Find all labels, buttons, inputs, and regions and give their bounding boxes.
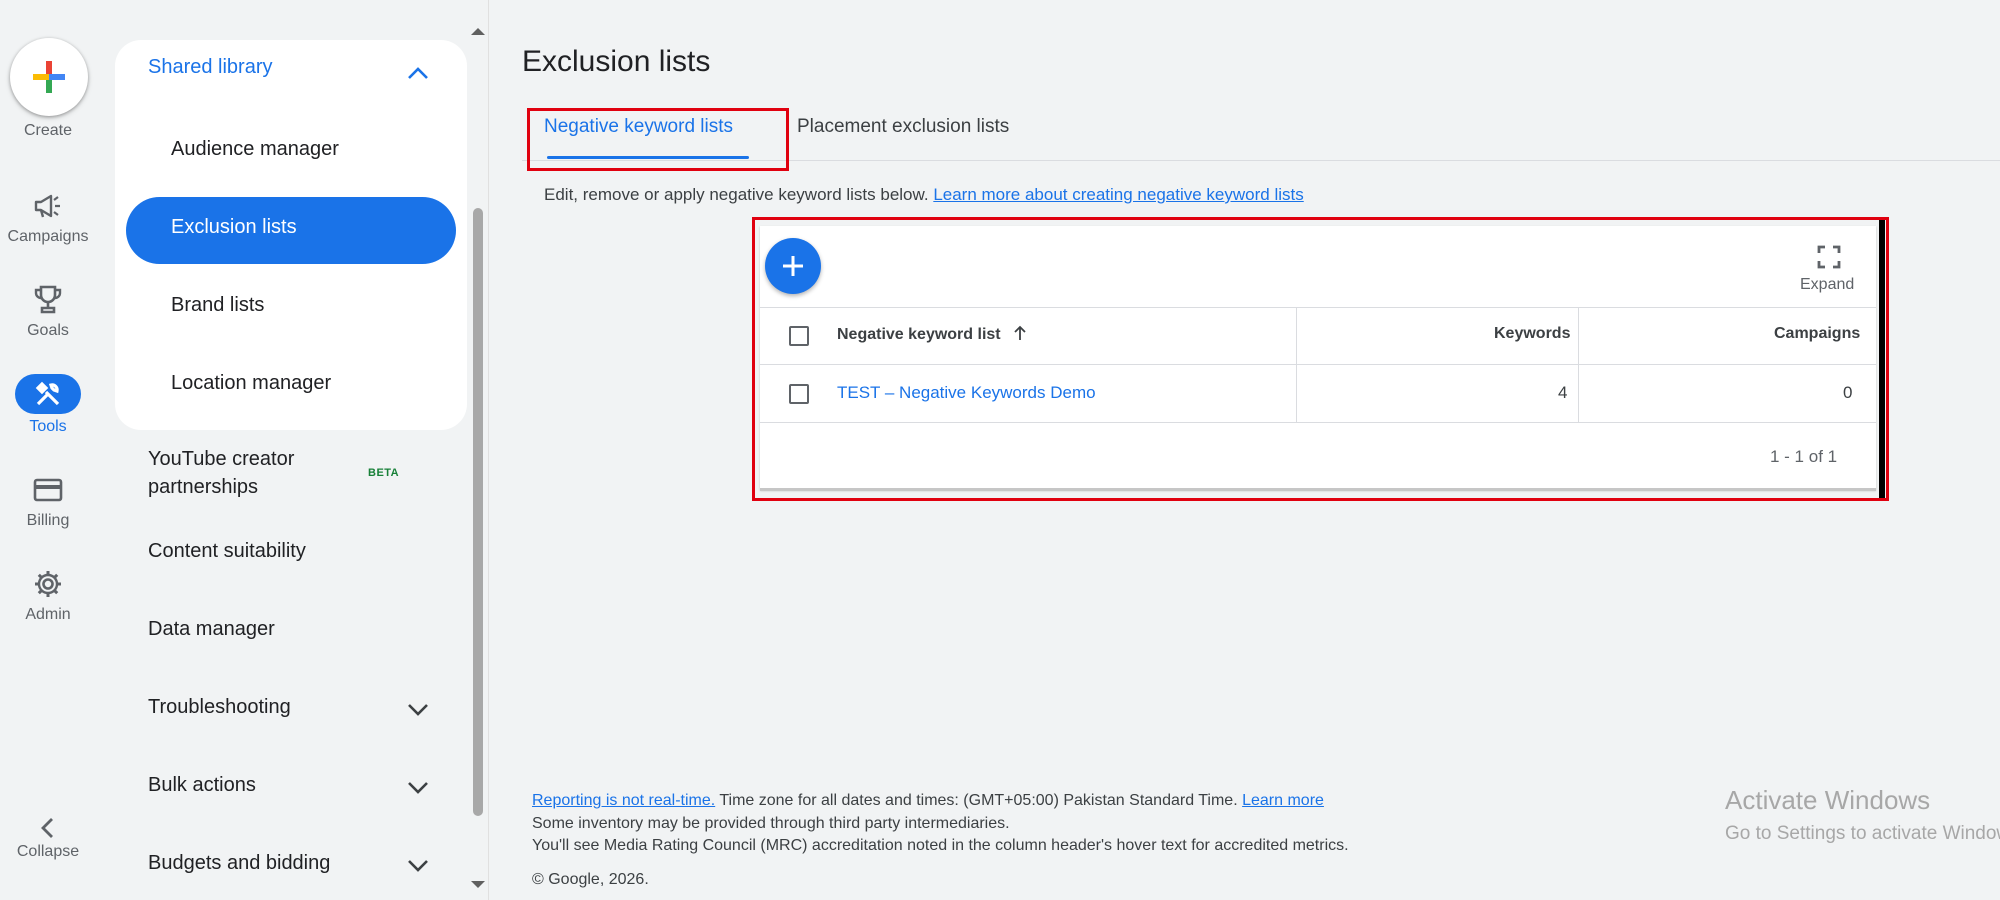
plus-multicolor-icon xyxy=(33,61,65,93)
rail-tools-label[interactable]: Tools xyxy=(0,418,96,436)
nav-audience-manager[interactable]: Audience manager xyxy=(171,138,339,161)
rail-admin-label[interactable]: Admin xyxy=(0,606,96,624)
sidebar-scroll-thumb[interactable] xyxy=(473,208,483,816)
nav-brand-lists[interactable]: Brand lists xyxy=(171,294,264,317)
nav-data-manager[interactable]: Data manager xyxy=(148,618,275,641)
nav-bulk-actions[interactable]: Bulk actions xyxy=(148,774,256,797)
rail-goals-label[interactable]: Goals xyxy=(0,322,96,340)
footer-learn-more-link[interactable]: Learn more xyxy=(1242,792,1324,809)
description: Edit, remove or apply negative keyword l… xyxy=(544,185,1304,205)
timezone-text: Time zone for all dates and times: (GMT+… xyxy=(715,792,1238,809)
nav-shared-library[interactable]: Shared library xyxy=(148,56,273,79)
learn-more-negative-keywords-link[interactable]: Learn more about creating negative keywo… xyxy=(933,185,1303,204)
rail-campaigns-label[interactable]: Campaigns xyxy=(0,228,96,246)
megaphone-icon[interactable] xyxy=(28,186,68,226)
rail-billing-label[interactable]: Billing xyxy=(0,512,96,530)
nav-youtube-line2[interactable]: partnerships xyxy=(148,476,258,499)
nav-exclusion-lists[interactable]: Exclusion lists xyxy=(171,216,297,239)
nav-location-manager[interactable]: Location manager xyxy=(171,372,331,395)
left-rail: Create Campaigns Goals Tools Billing Adm… xyxy=(0,0,96,900)
tab-highlight-box xyxy=(527,108,789,171)
gear-icon[interactable] xyxy=(28,564,68,604)
footer-line1: Reporting is not real-time. Time zone fo… xyxy=(532,792,1324,810)
trophy-icon[interactable] xyxy=(28,280,68,320)
nav-youtube-line1[interactable]: YouTube creator xyxy=(148,448,294,471)
footer-line2: Some inventory may be provided through t… xyxy=(532,815,1010,832)
reporting-link[interactable]: Reporting is not real-time. xyxy=(532,792,715,809)
collapse-label[interactable]: Collapse xyxy=(0,843,96,861)
chevron-down-icon[interactable] xyxy=(405,775,431,801)
activate-windows-title: Activate Windows xyxy=(1725,785,1931,815)
chevron-down-icon[interactable] xyxy=(405,853,431,879)
table-highlight-box xyxy=(752,217,1889,501)
nav-troubleshooting[interactable]: Troubleshooting xyxy=(148,696,291,719)
beta-badge: BETA xyxy=(368,467,400,479)
scroll-down-arrow-icon[interactable] xyxy=(470,880,486,890)
create-button[interactable] xyxy=(10,38,88,116)
description-text: Edit, remove or apply negative keyword l… xyxy=(544,185,929,204)
footer-line3: You'll see Media Rating Council (MRC) ac… xyxy=(532,837,1349,854)
chevron-up-icon[interactable] xyxy=(405,60,431,86)
tab-placement-exclusion-lists[interactable]: Placement exclusion lists xyxy=(797,116,1009,138)
copyright: © Google, 2026. xyxy=(532,871,649,888)
credit-card-icon[interactable] xyxy=(28,470,68,510)
scroll-up-arrow-icon[interactable] xyxy=(470,26,486,36)
chevron-down-icon[interactable] xyxy=(405,697,431,723)
chevron-left-icon[interactable] xyxy=(28,808,68,848)
nav-content-suitability[interactable]: Content suitability xyxy=(148,540,306,563)
create-label: Create xyxy=(23,122,73,139)
panel-divider xyxy=(488,0,489,900)
tools-icon[interactable] xyxy=(15,374,81,414)
nav-budgets-bidding[interactable]: Budgets and bidding xyxy=(148,852,330,875)
table-highlight-edge xyxy=(1879,220,1885,498)
page-title: Exclusion lists xyxy=(522,45,711,78)
activate-windows-subtitle: Go to Settings to activate Windows. xyxy=(1725,823,2000,844)
